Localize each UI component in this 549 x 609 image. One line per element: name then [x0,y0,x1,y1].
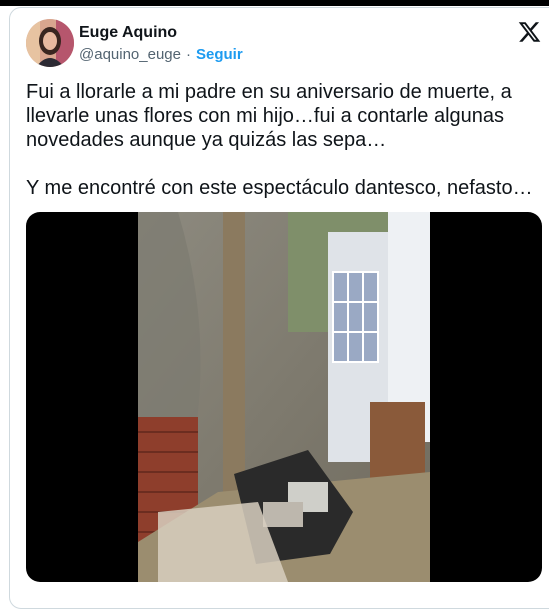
video-player[interactable] [26,212,542,582]
x-logo-icon[interactable] [517,20,542,44]
separator-dot: · [185,46,191,63]
top-bar [0,0,549,6]
video-frame [138,212,430,582]
tweet-text: Fui a llorarle a mi padre en su aniversa… [26,81,533,199]
avatar[interactable] [26,19,74,67]
author-name[interactable]: Euge Aquino [79,23,177,43]
avatar-photo [26,19,74,67]
follow-button[interactable]: Seguir [196,46,243,63]
author-handle[interactable]: @aquino_euge [79,46,181,63]
handle-line: @aquino_euge · Seguir [79,45,243,65]
